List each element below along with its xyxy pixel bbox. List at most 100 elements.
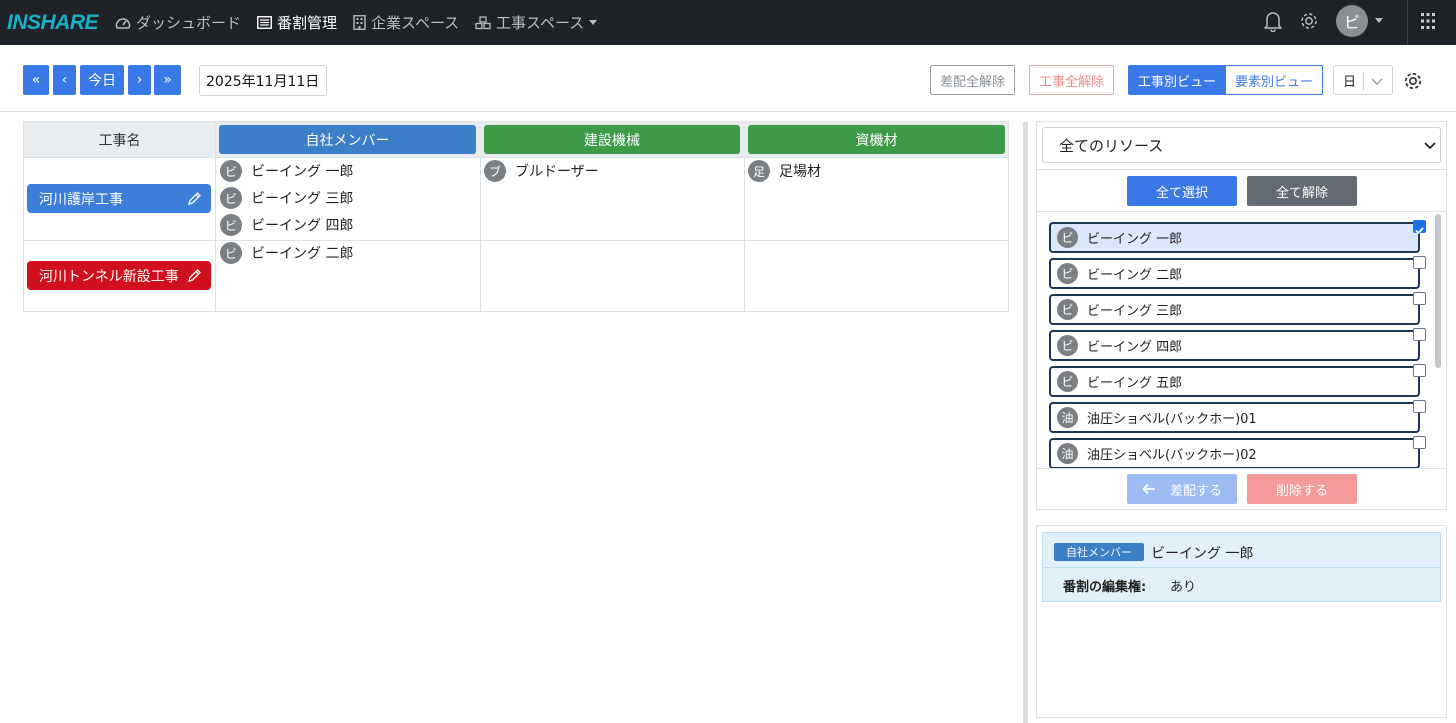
next-button[interactable]: › — [128, 65, 151, 95]
assign-button[interactable]: 差配する — [1127, 474, 1237, 504]
resource-name: 油圧ショベル(バックホー)01 — [1087, 412, 1257, 427]
resource-item[interactable]: ビビーイング 二郎 — [1049, 258, 1420, 289]
resource-badge: ビ — [220, 187, 242, 209]
prev-button[interactable]: ‹ — [53, 65, 76, 95]
list-icon — [257, 16, 272, 29]
panel-splitter[interactable] — [1023, 122, 1028, 723]
clear-assignment-button[interactable]: 差配全解除 — [930, 65, 1015, 95]
assignment-grid: 工事名 自社メンバー 建設機械 資機材 河川護岸工事 ビビーイング 一郎 ビビー… — [23, 121, 1009, 312]
resource-badge: ビ — [1057, 299, 1078, 320]
element-view-button[interactable]: 要素別ビュー — [1225, 65, 1323, 95]
unit-select-value: 日 — [1343, 74, 1357, 90]
resource-checkbox[interactable] — [1413, 256, 1426, 269]
building-icon — [353, 15, 366, 30]
apps-grid-icon[interactable] — [1420, 12, 1436, 34]
resource-checkbox[interactable] — [1413, 220, 1426, 235]
resource-checkbox[interactable] — [1413, 364, 1426, 377]
select-all-button[interactable]: 全て選択 — [1127, 176, 1237, 206]
resource-badge: ビ — [1057, 263, 1078, 284]
resource-badge: 油 — [1057, 443, 1078, 464]
select-divider — [1363, 72, 1364, 90]
resource-filter-select[interactable]: 全てのリソース — [1042, 127, 1441, 163]
cubes-icon — [475, 15, 491, 29]
resource-name: ビーイング 一郎 — [1087, 232, 1183, 247]
avatar-caret-icon[interactable] — [1375, 18, 1383, 23]
resource-badge: ビ — [220, 242, 242, 264]
resource-badge: 足 — [748, 160, 770, 182]
nav-company-space-label: 企業スペース — [371, 14, 460, 32]
project-row-2-button[interactable]: 河川トンネル新設工事 — [27, 261, 211, 290]
resource-name: ブルドーザー — [515, 164, 599, 180]
date-input[interactable]: 2025年11月11日 — [199, 65, 327, 96]
nav-project-space-label: 工事スペース — [496, 14, 585, 32]
pencil-icon[interactable] — [187, 191, 202, 206]
date-toolbar: « ‹ 今日 › » 2025年11月11日 差配全解除 工事全解除 工事別ビュ… — [0, 45, 1456, 112]
today-button[interactable]: 今日 — [80, 65, 124, 95]
project-name-header: 工事名 — [98, 133, 141, 149]
nav-assignment-label: 番割管理 — [277, 14, 338, 32]
resource-detail-name: ビーイング 一郎 — [1151, 546, 1254, 562]
nav-company-space[interactable]: 企業スペース — [353, 0, 459, 45]
navbar-divider — [1407, 0, 1408, 45]
resource-name: ビーイング 二郎 — [1087, 268, 1183, 283]
resource-panel: 全てのリソース 全て選択 全て解除 ビビーイング 一郎 ビビーイング 二郎 ビビ… — [1036, 121, 1447, 510]
column-header-machines: 建設機械 — [484, 125, 740, 154]
user-avatar[interactable]: ビ — [1336, 5, 1368, 37]
gauge-icon — [115, 17, 131, 29]
resource-name: ビーイング 三郎 — [251, 191, 354, 207]
project-view-button[interactable]: 工事別ビュー — [1128, 65, 1226, 95]
nav-dashboard[interactable]: ダッシュボード — [115, 0, 241, 45]
resource-item[interactable]: ビビーイング 五郎 — [1049, 366, 1420, 397]
resource-item[interactable]: 油油圧ショベル(バックホー)01 — [1049, 402, 1420, 433]
resource-detail-card: 自社メンバー ビーイング 一郎 番割の編集権: あり — [1042, 532, 1441, 602]
assigned-member[interactable]: ビビーイング 三郎 — [220, 187, 353, 209]
resource-checkbox[interactable] — [1413, 400, 1426, 413]
last-page-button[interactable]: » — [154, 65, 181, 95]
resource-badge: ビ — [1057, 371, 1078, 392]
resource-checkbox[interactable] — [1413, 436, 1426, 449]
resource-detail-panel: 自社メンバー ビーイング 一郎 番割の編集権: あり — [1036, 525, 1447, 718]
unit-select[interactable]: 日 — [1333, 65, 1393, 95]
nav-dashboard-label: ダッシュボード — [136, 14, 242, 32]
chevron-down-icon — [589, 20, 598, 25]
resource-name: ビーイング 二郎 — [251, 246, 354, 262]
resource-badge: ビ — [220, 160, 242, 182]
clear-project-button[interactable]: 工事全解除 — [1029, 65, 1114, 95]
resource-name: 足場材 — [779, 164, 821, 180]
resource-item[interactable]: ビビーイング 三郎 — [1049, 294, 1420, 325]
project-name: 河川トンネル新設工事 — [39, 268, 179, 285]
resource-list-scrollbar[interactable] — [1434, 212, 1443, 468]
resource-item[interactable]: ビビーイング 一郎 — [1049, 222, 1420, 253]
resource-item[interactable]: ビビーイング 四郎 — [1049, 330, 1420, 361]
assigned-material[interactable]: 足足場材 — [748, 160, 821, 182]
resource-badge: ビ — [1057, 227, 1078, 248]
assigned-member[interactable]: ビビーイング 一郎 — [220, 160, 353, 182]
resource-checkbox[interactable] — [1413, 328, 1426, 341]
first-page-button[interactable]: « — [23, 65, 49, 95]
bell-icon[interactable] — [1263, 10, 1283, 36]
assigned-machine[interactable]: ブブルドーザー — [484, 160, 599, 182]
delete-button[interactable]: 削除する — [1247, 474, 1357, 504]
nav-project-space[interactable]: 工事スペース — [475, 0, 598, 45]
top-navbar: INSHARE ダッシュボード 番割管理 企業スペース 工事スペース ビ — [0, 0, 1456, 45]
resource-name: ビーイング 五郎 — [1087, 376, 1183, 391]
resource-filter-value: 全てのリソース — [1059, 136, 1164, 155]
settings-gear-icon[interactable] — [1402, 70, 1424, 96]
resource-badge: ビ — [220, 214, 242, 236]
resource-checkbox[interactable] — [1413, 292, 1426, 305]
resource-badge: ビ — [1057, 335, 1078, 356]
resource-name: ビーイング 四郎 — [251, 218, 354, 234]
app-logo[interactable]: INSHARE — [7, 11, 99, 35]
project-name: 河川護岸工事 — [39, 191, 123, 208]
chevron-down-icon — [1424, 142, 1436, 150]
resource-name: 油圧ショベル(バックホー)02 — [1087, 448, 1257, 463]
nav-assignment[interactable]: 番割管理 — [257, 0, 337, 45]
deselect-all-button[interactable]: 全て解除 — [1247, 176, 1357, 206]
pencil-icon[interactable] — [187, 268, 202, 283]
assigned-member[interactable]: ビビーイング 二郎 — [220, 242, 353, 264]
gear-icon[interactable] — [1298, 10, 1320, 36]
edit-permission-value: あり — [1170, 580, 1197, 595]
assigned-member[interactable]: ビビーイング 四郎 — [220, 214, 353, 236]
resource-item[interactable]: 油油圧ショベル(バックホー)02 — [1049, 438, 1420, 469]
project-row-1-button[interactable]: 河川護岸工事 — [27, 184, 211, 213]
